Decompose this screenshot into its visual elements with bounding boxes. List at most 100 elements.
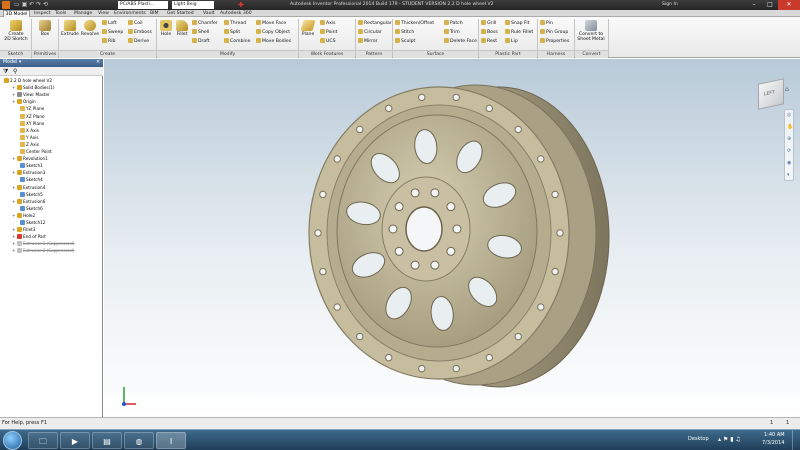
taskbar-media-icon[interactable]: ▶ (60, 432, 90, 449)
tray-icons[interactable]: ▴ ⚑ ▮ ♫ (718, 436, 741, 443)
copy-object-button[interactable]: Copy Object (256, 29, 290, 36)
browser-node[interactable]: Sketch6 (20, 205, 43, 211)
tab-environments[interactable]: Environments (114, 10, 146, 17)
emboss-button[interactable]: Emboss (128, 29, 152, 36)
expand-icon[interactable]: + (12, 241, 16, 246)
browser-header[interactable]: Model ▾ ✕ (0, 59, 103, 67)
derive-button[interactable]: Derive (128, 38, 149, 45)
browser-node[interactable]: + Revolution1 (12, 156, 48, 162)
browser-node[interactable]: YZ Plane (20, 106, 44, 112)
browser-node[interactable]: + Extrusion2 (Suppressed) (12, 248, 74, 254)
axis-button[interactable]: Axis (320, 20, 336, 27)
sign-in-link[interactable]: Sign In (662, 0, 678, 10)
maximize-button[interactable]: □ (762, 0, 778, 10)
extrude-button[interactable]: Extrude (60, 20, 80, 37)
browser-node[interactable]: Sketch5 (20, 191, 43, 197)
browser-node[interactable]: + Extrusion4 (12, 184, 45, 190)
taskbar-inventor-icon[interactable]: I (156, 432, 186, 449)
expand-icon[interactable]: + (12, 99, 16, 104)
expand-icon[interactable]: + (12, 248, 16, 253)
inventor-app-icon[interactable] (2, 1, 10, 9)
nav-settings-icon[interactable]: ▾ (787, 172, 790, 178)
wheel-model[interactable] (104, 59, 800, 417)
material-dropdown[interactable]: PC/ABS Plasti... (118, 1, 168, 9)
thread-button[interactable]: Thread (224, 20, 246, 27)
browser-node[interactable]: 2.2 D hole wheel V2 (4, 78, 52, 83)
find-icon[interactable]: ⚲ (13, 68, 17, 75)
box-button[interactable]: Box (34, 20, 56, 37)
snap-fit-button[interactable]: Snap Fit (505, 20, 529, 27)
close-button[interactable]: ✕ (778, 0, 800, 10)
appearance-dropdown[interactable]: Light Beig (172, 1, 214, 9)
expand-icon[interactable]: + (12, 227, 16, 232)
add-icon[interactable]: ✚ (238, 0, 244, 10)
browser-node[interactable]: XZ Plane (20, 113, 45, 119)
delete-face-button[interactable]: Delete Face (444, 38, 477, 45)
tab-get-started[interactable]: Get Started (167, 10, 194, 17)
look-at-icon[interactable]: ◉ (787, 160, 791, 166)
browser-node[interactable]: + Extrusion1 (Suppressed) (12, 241, 74, 247)
browser-node[interactable]: + Solid Bodies(1) (12, 85, 54, 91)
ucs-button[interactable]: UCS (320, 38, 336, 45)
rule-fillet-button[interactable]: Rule Fillet (505, 29, 533, 36)
steering-wheel-icon[interactable]: ◎ (787, 112, 791, 118)
browser-node[interactable]: + End of Part (12, 234, 46, 240)
browser-node[interactable]: + View: Master (12, 92, 50, 98)
patch-button[interactable]: Patch (444, 20, 463, 27)
sweep-button[interactable]: Sweep (102, 29, 123, 36)
taskbar-chrome-icon[interactable]: ◍ (124, 432, 154, 449)
tab-3d-model[interactable]: 3D Model (3, 10, 30, 17)
browser-node[interactable]: + Hole2 (12, 212, 35, 218)
coil-button[interactable]: Coil (128, 20, 143, 27)
browser-node[interactable]: Sketch12 (20, 220, 45, 225)
loft-button[interactable]: Loft (102, 20, 117, 27)
create-2d-sketch-button[interactable]: Create 2D Sketch (3, 20, 29, 42)
draft-button[interactable]: Draft (192, 38, 210, 45)
browser-node[interactable]: X Axis (20, 127, 39, 133)
browser-node[interactable]: Sketch1 (20, 163, 43, 169)
rest-button[interactable]: Rest (481, 38, 497, 45)
browser-node[interactable]: + Extrusion6 (12, 198, 45, 204)
revolve-button[interactable]: Revolve (80, 20, 100, 37)
orbit-icon[interactable]: ⟳ (787, 148, 791, 154)
fillet-button[interactable]: Fillet (174, 20, 190, 37)
expand-icon[interactable]: + (12, 170, 16, 175)
convert-to-sheet-metal-button[interactable]: Convert to Sheet Metal (576, 20, 606, 42)
point-button[interactable]: Point (320, 29, 337, 36)
grill-button[interactable]: Grill (481, 20, 496, 27)
browser-node[interactable]: + Extrusion3 (12, 170, 45, 176)
clock-time[interactable]: 1:40 AM (764, 432, 785, 438)
tab-inspect[interactable]: Inspect (34, 10, 51, 17)
browser-node[interactable]: Center Point (20, 149, 52, 154)
plane-button[interactable]: Plane (300, 20, 316, 37)
pin-button[interactable]: Pin (540, 20, 553, 27)
taskbar-explorer-icon[interactable]: 🗀 (28, 432, 58, 449)
properties-button[interactable]: Properties (540, 38, 569, 45)
clock-date[interactable]: 7/3/2014 (762, 440, 784, 446)
trim-button[interactable]: Trim (444, 29, 460, 36)
taskbar-folder-icon[interactable]: ▤ (92, 432, 122, 449)
circular-pattern-button[interactable]: Circular (358, 29, 382, 36)
expand-icon[interactable]: + (12, 185, 16, 190)
chamfer-button[interactable]: Chamfer (192, 20, 218, 27)
pin-group-button[interactable]: Pin Group (540, 29, 568, 36)
tab-manage[interactable]: Manage (74, 10, 92, 17)
browser-node[interactable]: Sketch4 (20, 177, 43, 183)
browser-node[interactable]: Z Axis (20, 141, 39, 147)
boss-button[interactable]: Boss (481, 29, 498, 36)
viewcube[interactable]: LEFT (758, 78, 784, 110)
browser-node[interactable]: Y Axis (20, 134, 39, 140)
rectangular-pattern-button[interactable]: Rectangular (358, 20, 392, 27)
expand-icon[interactable]: + (12, 92, 16, 97)
thicken-offset-button[interactable]: Thicken/Offset (395, 20, 434, 27)
expand-icon[interactable]: + (12, 85, 16, 90)
stitch-button[interactable]: Stitch (395, 29, 414, 36)
browser-node[interactable]: + Fillet3 (12, 227, 35, 233)
expand-icon[interactable]: + (12, 213, 16, 218)
hole-button[interactable]: Hole (158, 20, 174, 37)
browser-node[interactable]: + Origin (12, 99, 36, 105)
zoom-icon[interactable]: ⊕ (787, 136, 791, 142)
shell-button[interactable]: Shell (192, 29, 209, 36)
home-icon[interactable]: ⌂ (785, 86, 789, 93)
move-face-button[interactable]: Move Face (256, 20, 286, 27)
